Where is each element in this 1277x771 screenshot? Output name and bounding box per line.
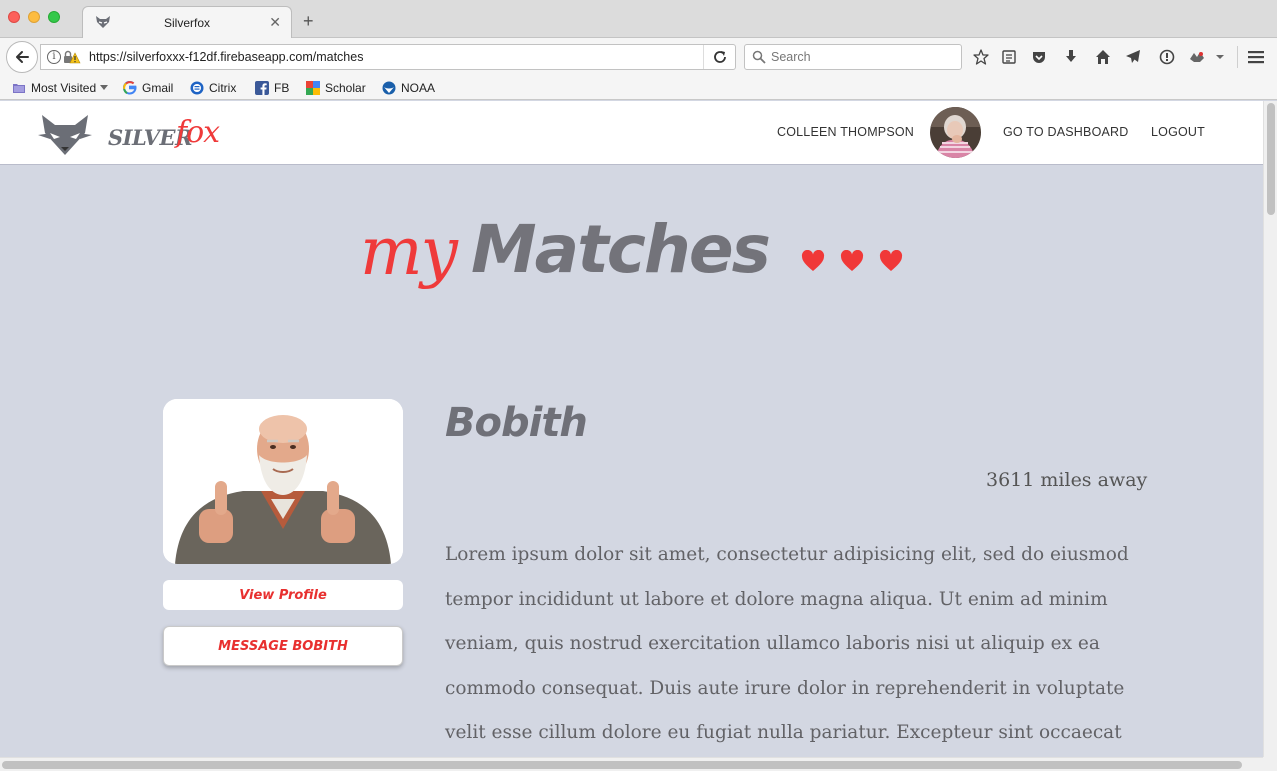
heart-icon [840,250,864,271]
zoom-window-button[interactable] [48,11,60,23]
horizontal-scrollbar[interactable] [0,757,1263,771]
brand-fox: fox [176,115,220,150]
view-profile-button[interactable]: View Profile [163,580,403,610]
match-photo-image [163,399,403,564]
brand-logo[interactable]: SILVER fox [108,115,228,159]
match-bio: Lorem ipsum dolor sit amet, consectetur … [445,544,1129,743]
noaa-icon [382,81,396,95]
match-photo[interactable] [163,399,403,564]
facebook-icon [255,81,269,95]
match-distance: 3611 miles away [986,469,1148,491]
download-icon[interactable] [1061,47,1081,67]
site-info-icon[interactable]: i [47,50,61,64]
bookmark-label: Most Visited [31,81,97,95]
horizontal-scroll-thumb[interactable] [2,761,1242,769]
bookmark-gmail[interactable]: Gmail [123,80,173,96]
browser-search-input[interactable] [771,49,956,65]
vertical-scroll-thumb[interactable] [1267,103,1275,215]
url-path: /matches [312,50,364,64]
tab-close-icon[interactable]: ✕ [269,14,281,31]
pocket-icon[interactable] [1029,47,1049,67]
avatar-photo [930,107,981,158]
logout-link[interactable]: LOGOUT [1151,125,1205,139]
scrollbar-corner [1263,757,1277,771]
bookmark-noaa[interactable]: NOAA [382,80,435,96]
user-avatar[interactable] [930,107,981,158]
bookmark-most-visited[interactable]: Most Visited [12,80,109,96]
browser-navbar: i https://silverfoxxx-f12df.firebaseapp.… [0,38,1277,76]
google-icon [123,81,137,95]
password-manager-icon[interactable] [1157,47,1177,67]
site-header: SILVER fox COLLEEN THOMPSON GO TO DASHBO… [0,101,1263,165]
message-match-button[interactable]: MESSAGE BOBITH [163,626,403,666]
tab-title: Silverfox [163,16,210,30]
heading-my: my [360,213,458,290]
folder-icon [13,84,25,93]
bookmark-fb[interactable]: FB [255,80,289,96]
heading-matches: Matches [471,211,771,288]
extension-icon[interactable] [1187,47,1207,67]
reading-list-icon[interactable] [999,47,1019,67]
close-window-button[interactable] [8,11,20,23]
url-scheme: https:// [89,50,127,64]
page-title: my Matches [355,205,915,325]
scholar-icon [306,81,320,95]
heart-icon [801,250,825,271]
url-text[interactable]: https://silverfoxxx-f12df.firebaseapp.co… [89,50,363,64]
bookmarks-bar: Most Visited Gmail Citrix FB Scholar NOA… [0,76,1277,100]
bookmark-star-icon[interactable] [971,47,991,67]
bookmark-label: FB [274,81,290,95]
hamburger-menu-icon[interactable] [1246,47,1266,67]
bookmark-label: NOAA [401,81,436,95]
search-icon [752,50,766,64]
match-name: Bobith [445,400,588,446]
chevron-down-icon [100,85,109,90]
current-user-name[interactable]: COLLEEN THOMPSON [777,125,914,139]
citrix-icon [190,81,204,95]
back-arrow-icon [16,51,29,63]
go-to-dashboard-link[interactable]: GO TO DASHBOARD [1003,125,1128,139]
send-icon[interactable] [1123,47,1143,67]
back-button[interactable] [6,41,38,73]
bookmark-scholar[interactable]: Scholar [306,80,366,96]
minimize-window-button[interactable] [28,11,40,23]
url-host: silverfoxxx-f12df.firebaseapp.com [126,50,313,64]
browser-titlebar: Silverfox ✕ + [0,0,1277,38]
heart-icon [879,250,903,271]
insecure-lock-icon[interactable] [63,50,81,64]
browser-tab[interactable]: Silverfox ✕ [82,6,292,38]
home-icon[interactable] [1093,47,1113,67]
vertical-scrollbar[interactable] [1263,101,1277,757]
new-tab-icon[interactable]: + [303,12,314,30]
bookmark-label: Citrix [209,81,237,95]
reload-button[interactable] [703,45,735,69]
toolbar-separator [1237,46,1238,68]
url-bar[interactable]: i https://silverfoxxx-f12df.firebaseapp.… [40,44,736,70]
reload-icon [713,51,726,63]
extension-dropdown-icon[interactable] [1210,47,1230,67]
bookmark-label: Gmail [142,81,174,95]
browser-search-bar[interactable] [744,44,962,70]
bookmark-citrix[interactable]: Citrix [190,80,236,96]
fox-logo-icon[interactable] [38,113,92,157]
bookmark-label: Scholar [325,81,366,95]
